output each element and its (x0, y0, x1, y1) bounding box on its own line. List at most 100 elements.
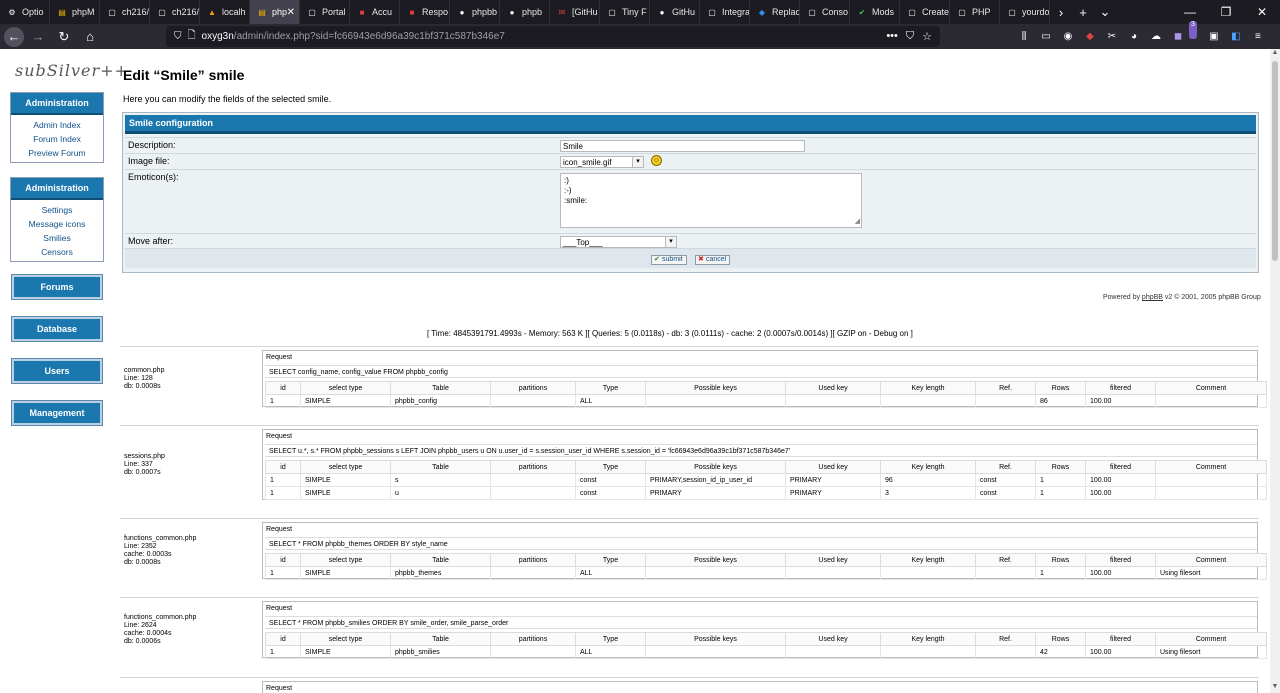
browser-tab[interactable]: ✔ Mods (850, 0, 900, 24)
submit-button[interactable]: ✔ submit (651, 255, 687, 265)
forum-index-link[interactable]: Forum Index (11, 132, 103, 146)
request-label: Request (266, 526, 293, 533)
library-icon[interactable]: ⫼ (1016, 27, 1032, 45)
bookmark-star-icon[interactable]: ☆ (922, 30, 932, 43)
phpbb-link[interactable]: phpBB (1142, 294, 1163, 301)
explain-column-header: Table (390, 553, 491, 567)
browser-tab[interactable]: ● GitHu (650, 0, 700, 24)
new-tab-icon[interactable]: + (1072, 0, 1094, 24)
browser-tab[interactable]: ■ Respo (400, 0, 450, 24)
home-icon[interactable]: ⌂ (78, 26, 102, 48)
tab-list-dropdown-icon[interactable]: ⌄ (1094, 0, 1116, 24)
github-icon: ● (459, 7, 465, 17)
account-icon[interactable]: ◉ (1060, 27, 1076, 45)
browser-tab[interactable]: ✉ [GitHu (550, 0, 600, 24)
restore-icon[interactable]: ❐ (1208, 0, 1244, 24)
browser-tab[interactable]: ▢ Tiny F (600, 0, 650, 24)
tab-label: Mods (872, 7, 895, 17)
site-logo[interactable]: subSilver++ (15, 61, 129, 80)
browser-tab[interactable]: ▢ yourdoma (1000, 0, 1050, 24)
url-bar[interactable]: ⛉ 🗋 oxyg3n/admin/index.php?sid=fc66943e6… (166, 26, 940, 47)
browser-tab[interactable]: ■ Accu (350, 0, 400, 24)
browser-tab[interactable]: ▢ Portal (300, 0, 350, 24)
back-icon[interactable]: ← (4, 26, 24, 47)
sql-query-block: functions_common.php Line: 2352 cache: 0… (120, 518, 1267, 581)
browser-tab[interactable]: ▢ Create (900, 0, 950, 24)
browser-tab[interactable]: ▤ phpM (50, 0, 100, 24)
database-menu-button[interactable]: Database (11, 316, 103, 342)
more-actions-icon[interactable]: ••• (886, 30, 898, 43)
request-label: Request (266, 354, 293, 361)
description-input[interactable]: Smile (560, 140, 805, 152)
explain-cell: 1 (265, 394, 301, 408)
query-panel: Request SELECT * FROM phpbb_smilies ORDER… (262, 601, 1267, 659)
page-info-icon[interactable]: 🗋 (188, 28, 196, 45)
smilies-link[interactable]: Smilies (11, 231, 103, 245)
eye-icon[interactable]: ◕ (1126, 27, 1142, 45)
browser-tab[interactable]: ▢ Conso (800, 0, 850, 24)
censors-link[interactable]: Censors (11, 245, 103, 259)
scrollbar-thumb[interactable] (1272, 61, 1278, 261)
explain-cell: const (575, 473, 646, 487)
explain-column-header: partitions (490, 460, 576, 474)
explain-column-header: Comment (1155, 632, 1267, 646)
browser-tab[interactable]: ▤ phpBB✕ (250, 0, 300, 24)
explain-cell: 1 (1035, 486, 1086, 500)
translate-icon[interactable]: ◧ (1228, 27, 1244, 45)
query-source-info: functions_common.php Line: 2624 cache: 0… (124, 614, 197, 645)
preview-forum-link[interactable]: Preview Forum (11, 146, 103, 160)
tab-scroll-right-icon[interactable]: › (1050, 0, 1072, 24)
browser-tab[interactable]: ▢ IntegraM (700, 0, 750, 24)
scroll-down-icon[interactable]: ▼ (1270, 683, 1280, 693)
explain-cell: 1 (265, 473, 301, 487)
sql-query-block: Request (120, 677, 1259, 693)
browser-tab[interactable]: ▲ localh (200, 0, 250, 24)
sql-query-block: functions_common.php Line: 2624 cache: 0… (120, 597, 1267, 660)
settings-link[interactable]: Settings (11, 203, 103, 217)
explain-cell (645, 394, 786, 408)
explain-column-header: Rows (1035, 632, 1086, 646)
browser-tab[interactable]: ▢ ch216/adm (150, 0, 200, 24)
browser-tab[interactable]: ● phpb (500, 0, 550, 24)
page-scrollbar[interactable]: ▲ ▼ (1270, 49, 1280, 693)
browser-tab[interactable]: ● phpbb (450, 0, 500, 24)
forward-icon[interactable]: → (26, 26, 50, 48)
url-path: /admin/index.php?sid=fc66943e6d96a39c1bf… (233, 31, 505, 42)
forums-menu-button[interactable]: Forums (11, 274, 103, 300)
extension-icon[interactable]: ◼ (1170, 27, 1186, 45)
page-icon: ▢ (1008, 7, 1016, 17)
management-menu-button[interactable]: Management (11, 400, 103, 426)
ublock-icon[interactable]: ◆ (1082, 27, 1098, 45)
sql-statement: SELECT u.*, s.* FROM phpbb_sessions s LE… (265, 444, 1257, 457)
gear-icon: ⚙ (8, 7, 16, 17)
move-after-select[interactable]: ___Top___ ▾ (560, 236, 677, 248)
message-icons-link[interactable]: Message icons (11, 217, 103, 231)
explain-cell (975, 566, 1036, 580)
browser-tab[interactable]: ◆ Replac (750, 0, 800, 24)
browser-tab[interactable]: ▢ ch216/adm (100, 0, 150, 24)
close-tab-icon[interactable]: ✕ (287, 7, 295, 18)
sql-statement: SELECT * FROM phpbb_themes ORDER BY styl… (265, 537, 1257, 550)
query-source-info: common.php Line: 128 db: 0.0008s (124, 367, 165, 390)
cancel-button[interactable]: ✖ cancel (695, 255, 731, 265)
container-icon[interactable]: ▣ (1206, 27, 1222, 45)
cloud-icon[interactable]: ☁ (1148, 27, 1164, 45)
screenshot-icon[interactable]: ✂ (1104, 27, 1120, 45)
close-window-icon[interactable]: ✕ (1244, 0, 1280, 24)
browser-tab[interactable]: ⚙ Optio (0, 0, 50, 24)
emoticons-row: Emoticon(s): :) :-) :smile: ◢ (125, 169, 1256, 233)
image-file-select[interactable]: icon_smile.gif ▾ (560, 156, 644, 168)
move-after-label: Move after: (128, 236, 174, 246)
reload-icon[interactable]: ↻ (52, 26, 76, 48)
menu-icon[interactable]: ≡ (1250, 27, 1266, 45)
emoticons-textarea[interactable]: :) :-) :smile: ◢ (560, 173, 862, 228)
sidebar-icon[interactable]: ▭ (1038, 27, 1054, 45)
pocket-icon[interactable]: ⛉ (906, 30, 914, 43)
resize-grip-icon[interactable]: ◢ (855, 217, 860, 227)
admin-index-link[interactable]: Admin Index (11, 118, 103, 132)
scroll-up-icon[interactable]: ▲ (1270, 49, 1280, 59)
explain-cell (490, 645, 576, 659)
explain-cell: 100.00 (1085, 394, 1156, 408)
users-menu-button[interactable]: Users (11, 358, 103, 384)
browser-tab[interactable]: ▢ PHP (950, 0, 1000, 24)
